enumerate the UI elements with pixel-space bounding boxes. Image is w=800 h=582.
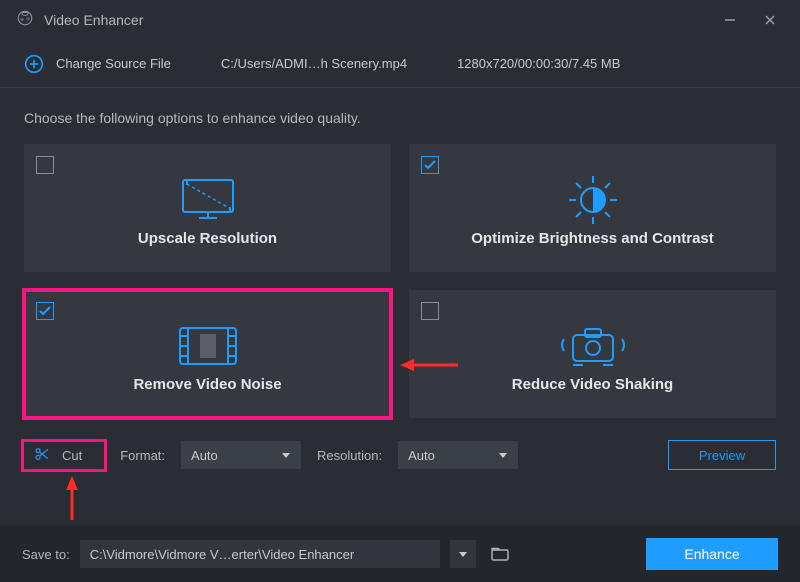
source-file-meta: 1280x720/00:00:30/7.45 MB [457, 56, 620, 71]
checkbox-brightness[interactable] [421, 156, 439, 174]
format-value: Auto [191, 448, 218, 463]
cut-label: Cut [62, 448, 82, 463]
plus-circle-icon [24, 54, 44, 74]
checkbox-denoise[interactable] [36, 302, 54, 320]
card-upscale-resolution[interactable]: Upscale Resolution [24, 144, 391, 272]
card-label: Remove Video Noise [133, 376, 281, 393]
format-dropdown[interactable]: Auto [181, 441, 301, 469]
preview-button[interactable]: Preview [668, 440, 776, 470]
checkbox-shaking[interactable] [421, 302, 439, 320]
card-label: Reduce Video Shaking [512, 376, 673, 393]
browse-folder-button[interactable] [486, 540, 514, 568]
brightness-contrast-icon [565, 170, 621, 230]
app-icon [16, 9, 34, 32]
monitor-upscale-icon [177, 170, 239, 230]
title-bar: Video Enhancer [0, 0, 800, 40]
caret-down-icon [281, 448, 291, 463]
film-noise-icon [176, 316, 240, 376]
card-label: Optimize Brightness and Contrast [471, 230, 714, 247]
change-source-label: Change Source File [56, 56, 171, 71]
bottom-bar: Save to: C:\Vidmore\Vidmore V…erter\Vide… [0, 526, 800, 582]
enhance-label: Enhance [684, 546, 739, 562]
source-toolbar: Change Source File C:/Users/ADMI…h Scene… [0, 40, 800, 88]
preview-label: Preview [699, 448, 745, 463]
card-label: Upscale Resolution [138, 230, 277, 247]
caret-down-icon [498, 448, 508, 463]
camera-shake-icon [558, 316, 628, 376]
save-to-label: Save to: [22, 547, 70, 562]
save-path-dropdown[interactable] [450, 540, 476, 568]
card-remove-video-noise[interactable]: Remove Video Noise [24, 290, 391, 418]
change-source-button[interactable]: Change Source File [24, 54, 171, 74]
resolution-value: Auto [408, 448, 435, 463]
close-button[interactable] [750, 5, 790, 35]
save-path-value: C:\Vidmore\Vidmore V…erter\Video Enhance… [90, 547, 354, 562]
save-path-field[interactable]: C:\Vidmore\Vidmore V…erter\Video Enhance… [80, 540, 440, 568]
card-reduce-video-shaking[interactable]: Reduce Video Shaking [409, 290, 776, 418]
checkbox-upscale[interactable] [36, 156, 54, 174]
cut-button[interactable]: Cut [24, 442, 104, 469]
minimize-button[interactable] [710, 5, 750, 35]
scissors-icon [34, 446, 50, 465]
card-optimize-brightness[interactable]: Optimize Brightness and Contrast [409, 144, 776, 272]
source-file-path: C:/Users/ADMI…h Scenery.mp4 [221, 56, 407, 71]
format-label: Format: [120, 448, 165, 463]
app-title: Video Enhancer [44, 12, 143, 28]
enhance-button[interactable]: Enhance [646, 538, 778, 570]
resolution-label: Resolution: [317, 448, 382, 463]
instruction-text: Choose the following options to enhance … [24, 110, 776, 126]
resolution-dropdown[interactable]: Auto [398, 441, 518, 469]
